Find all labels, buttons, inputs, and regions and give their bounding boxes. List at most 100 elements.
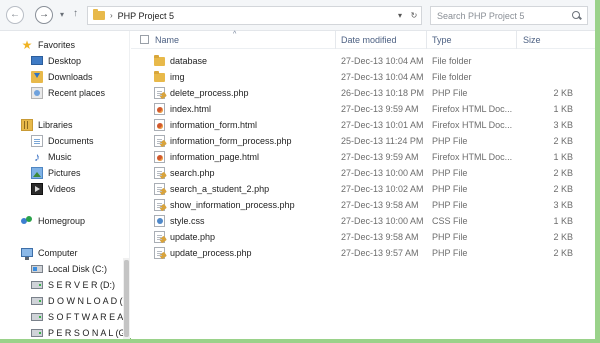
search-box[interactable]: Search PHP Project 5 bbox=[430, 6, 588, 25]
drive-icon bbox=[31, 296, 43, 305]
drive-icon bbox=[31, 312, 43, 321]
explorer-window: ← → ▾ ↑ › PHP Project 5 ▾ ↻ Search PHP P… bbox=[0, 0, 595, 339]
scrollbar-thumb[interactable] bbox=[124, 260, 129, 337]
sidebar-item-softwarea-drive[interactable]: S O F T W A R E A (F bbox=[31, 309, 129, 324]
file-date-modified: 27-Dec-13 9:58 AM bbox=[341, 200, 419, 210]
file-type: CSS File bbox=[432, 216, 468, 226]
column-divider[interactable] bbox=[335, 31, 336, 49]
sidebar-item-server-drive[interactable]: S E R V E R (D:) bbox=[31, 277, 115, 292]
folder-icon bbox=[154, 55, 165, 66]
file-row[interactable]: information_form.html 27-Dec-13 10:01 AM F… bbox=[131, 117, 595, 133]
recent-locations-dropdown[interactable]: ▾ bbox=[60, 10, 64, 19]
address-bar[interactable]: › PHP Project 5 ▾ ↻ bbox=[87, 6, 422, 25]
sidebar-item-downloads[interactable]: Downloads bbox=[31, 69, 93, 84]
file-row[interactable]: show_information_process.php 27-Dec-13 9:… bbox=[131, 197, 595, 213]
php-file-icon bbox=[154, 183, 165, 195]
file-date-modified: 26-Dec-13 10:18 PM bbox=[341, 88, 425, 98]
css-file-icon bbox=[154, 215, 165, 227]
php-file-icon bbox=[154, 87, 165, 99]
sort-ascending-icon: ^ bbox=[233, 31, 237, 38]
file-size: 1 KB bbox=[553, 104, 573, 114]
sidebar-item-local-disk[interactable]: Local Disk (C:) bbox=[31, 261, 107, 276]
sidebar-item-documents[interactable]: Documents bbox=[31, 133, 94, 148]
file-row[interactable]: update.php 27-Dec-13 9:58 AM PHP File 2 KB bbox=[131, 229, 595, 245]
sidebar-item-pictures[interactable]: Pictures bbox=[31, 165, 81, 180]
address-history-dropdown[interactable]: ▾ bbox=[393, 11, 407, 20]
file-row[interactable]: search_a_student_2.php 27-Dec-13 10:02 AM… bbox=[131, 181, 595, 197]
file-row[interactable]: img 27-Dec-13 10:04 AM File folder bbox=[131, 69, 595, 85]
file-size: 2 KB bbox=[553, 168, 573, 178]
sidebar-computer[interactable]: Computer bbox=[21, 245, 78, 260]
navigation-pane: ★ Favorites Desktop Downloads Recent pla… bbox=[0, 31, 130, 339]
file-name: style.css bbox=[170, 216, 205, 226]
drive-icon bbox=[31, 280, 43, 289]
navigation-scrollbar[interactable] bbox=[123, 258, 130, 339]
file-row[interactable]: search.php 27-Dec-13 10:00 AM PHP File 2 KB bbox=[131, 165, 595, 181]
file-row[interactable]: style.css 27-Dec-13 10:00 AM CSS File 1 KB bbox=[131, 213, 595, 229]
file-row[interactable]: information_form_process.php 25-Dec-13 11… bbox=[131, 133, 595, 149]
file-row[interactable]: database 27-Dec-13 10:04 AM File folder bbox=[131, 53, 595, 69]
sidebar-item-videos[interactable]: Videos bbox=[31, 181, 75, 196]
file-date-modified: 27-Dec-13 9:59 AM bbox=[341, 152, 419, 162]
sidebar-item-personal-drive[interactable]: P E R S O N A L (G:) bbox=[31, 325, 129, 339]
file-name: search.php bbox=[170, 168, 215, 178]
file-name: index.html bbox=[170, 104, 212, 114]
search-icon[interactable] bbox=[572, 10, 582, 21]
sidebar-item-music[interactable]: ♪ Music bbox=[31, 149, 72, 164]
file-type: Firefox HTML Doc... bbox=[432, 104, 513, 114]
sidebar-item-label: Downloads bbox=[48, 71, 93, 82]
column-size[interactable]: Size bbox=[523, 35, 541, 45]
column-header: ^ Name Date modified Type Size bbox=[131, 31, 595, 49]
file-size: 1 KB bbox=[553, 216, 573, 226]
file-type: File folder bbox=[432, 56, 472, 66]
file-size: 2 KB bbox=[553, 248, 573, 258]
sidebar-item-label: Pictures bbox=[48, 167, 81, 178]
up-button[interactable]: ↑ bbox=[73, 8, 78, 19]
pictures-icon bbox=[31, 166, 43, 179]
file-row[interactable]: delete_process.php 26-Dec-13 10:18 PM PHP … bbox=[131, 85, 595, 101]
file-date-modified: 27-Dec-13 9:58 AM bbox=[341, 232, 419, 242]
sidebar-item-label: Music bbox=[48, 151, 72, 162]
file-size: 2 KB bbox=[553, 88, 573, 98]
file-name: database bbox=[170, 56, 208, 66]
column-date-modified[interactable]: Date modified bbox=[341, 35, 397, 45]
file-name: information_form_process.php bbox=[170, 136, 292, 146]
file-row[interactable]: information_page.html 27-Dec-13 9:59 AM Fi… bbox=[131, 149, 595, 165]
sidebar-item-label: Recent places bbox=[48, 87, 106, 98]
search-placeholder: Search PHP Project 5 bbox=[437, 10, 525, 21]
file-type: PHP File bbox=[432, 200, 468, 210]
refresh-button[interactable]: ↻ bbox=[407, 11, 421, 20]
sidebar-item-recent-places[interactable]: Recent places bbox=[31, 85, 105, 100]
file-row[interactable]: update_process.php 27-Dec-13 9:57 AM PHP F… bbox=[131, 245, 595, 261]
forward-button[interactable]: → bbox=[35, 6, 53, 24]
sidebar-item-label: D O W N L O A D (E: bbox=[48, 295, 130, 306]
file-name: information_page.html bbox=[170, 152, 260, 162]
column-type[interactable]: Type bbox=[432, 35, 452, 45]
sidebar-libraries[interactable]: Libraries bbox=[21, 117, 73, 132]
back-arrow-icon: ← bbox=[10, 9, 20, 20]
back-button[interactable]: ← bbox=[6, 6, 24, 24]
file-date-modified: 27-Dec-13 10:00 AM bbox=[341, 168, 424, 178]
sidebar-favorites[interactable]: ★ Favorites bbox=[21, 37, 75, 52]
file-row[interactable]: index.html 27-Dec-13 9:59 AM Firefox HTML … bbox=[131, 101, 595, 117]
documents-icon bbox=[31, 134, 43, 147]
file-date-modified: 27-Dec-13 9:59 AM bbox=[341, 104, 419, 114]
sidebar-item-desktop[interactable]: Desktop bbox=[31, 53, 81, 68]
column-divider[interactable] bbox=[426, 31, 427, 49]
column-name[interactable]: Name bbox=[155, 35, 179, 45]
sidebar-homegroup[interactable]: Homegroup bbox=[21, 213, 85, 228]
file-date-modified: 27-Dec-13 10:02 AM bbox=[341, 184, 424, 194]
homegroup-icon bbox=[21, 215, 33, 227]
select-all-checkbox[interactable] bbox=[140, 35, 149, 44]
sidebar-item-download-drive[interactable]: D O W N L O A D (E: bbox=[31, 293, 130, 308]
drive-icon bbox=[31, 264, 43, 273]
file-name: update_process.php bbox=[170, 248, 252, 258]
column-divider[interactable] bbox=[516, 31, 517, 49]
breadcrumb-item[interactable]: PHP Project 5 bbox=[118, 11, 174, 21]
libraries-icon bbox=[21, 118, 33, 131]
file-size: 3 KB bbox=[553, 120, 573, 130]
downloads-icon bbox=[31, 70, 43, 83]
desktop-icon bbox=[31, 56, 43, 65]
star-icon: ★ bbox=[21, 37, 33, 52]
folder-icon bbox=[154, 71, 165, 82]
